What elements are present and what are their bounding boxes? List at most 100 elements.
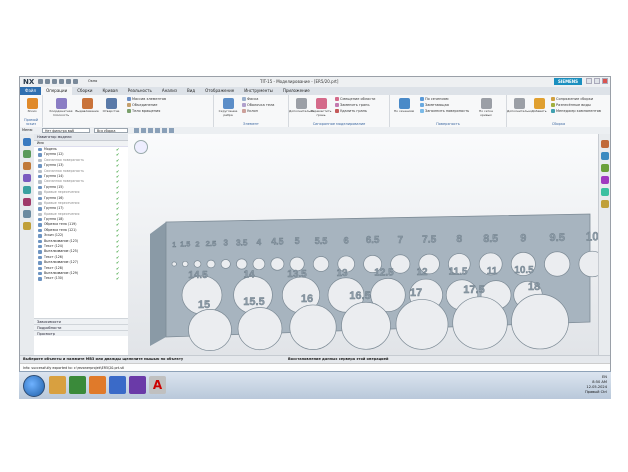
hole[interactable] <box>452 296 508 350</box>
chamfer-button[interactable]: Фаска <box>242 97 258 102</box>
view-fit-icon[interactable] <box>601 140 609 148</box>
menu-curve[interactable]: Кривая <box>97 87 122 95</box>
graphics-window[interactable]: 1 1.5 2 2.5 3 3.5 4 4.5 5 5.5 6 6.5 7 7.5 8 8.5 9 9.5 10 14… <box>128 134 606 355</box>
render-style-icon[interactable] <box>601 188 609 196</box>
snap-icon[interactable] <box>155 128 160 133</box>
datum-plane-button[interactable]: Координатная плоскость <box>49 98 73 117</box>
close-button[interactable] <box>602 78 608 84</box>
hole[interactable] <box>182 260 189 268</box>
snap-icon[interactable] <box>134 128 139 133</box>
menu-display[interactable]: Отображение <box>200 87 239 95</box>
pattern-feature-button[interactable]: Массив элементов <box>127 97 166 102</box>
minimize-button[interactable] <box>586 78 592 84</box>
app-icon[interactable] <box>129 376 146 394</box>
add-component-button[interactable]: Добавить <box>527 98 551 114</box>
start-button[interactable] <box>23 375 45 397</box>
menu-reality[interactable]: Реальность <box>123 87 157 95</box>
hole[interactable] <box>220 259 231 269</box>
reuse-library-icon[interactable] <box>23 174 31 182</box>
assembly-constraint-button[interactable]: Сопряжение сборки <box>551 97 593 102</box>
loft-button[interactable]: По сечениям <box>420 97 449 102</box>
hole[interactable] <box>236 258 248 270</box>
feature-icon <box>38 201 42 206</box>
tree-row[interactable]: Текст (130) ✔ <box>34 276 128 281</box>
roles-icon[interactable] <box>23 210 31 218</box>
swept-button[interactable]: Заметающая <box>420 103 449 108</box>
unite-button[interactable]: Объединение <box>127 103 157 108</box>
hole[interactable] <box>544 251 571 277</box>
snap-icon[interactable] <box>162 128 167 133</box>
hole[interactable] <box>289 304 337 350</box>
hole[interactable] <box>395 299 449 350</box>
clock-date[interactable]: 12.05.2024 <box>586 385 607 389</box>
hole[interactable] <box>206 259 216 269</box>
snap-icon[interactable] <box>169 128 174 133</box>
feature-icon <box>38 164 42 168</box>
snap-icon[interactable] <box>148 128 153 133</box>
type-filter-select[interactable]: Нет фильтра выб <box>42 128 90 133</box>
menu-analysis[interactable]: Анализ <box>157 87 182 95</box>
save-icon[interactable] <box>38 79 43 84</box>
draft-button[interactable]: Уклон <box>242 109 258 114</box>
web-browser-icon[interactable] <box>23 186 31 194</box>
window-menu-label[interactable]: Окно <box>88 79 97 83</box>
extrude-button[interactable]: Выдавливание <box>75 98 99 114</box>
menu-operations[interactable]: Операции <box>41 87 73 95</box>
hole[interactable] <box>341 301 391 350</box>
explorer-icon[interactable] <box>49 376 66 394</box>
menu-view[interactable]: Вид <box>182 87 200 95</box>
constraint-nav-icon[interactable] <box>23 162 31 170</box>
media-player-icon[interactable] <box>89 376 106 394</box>
hole[interactable] <box>193 260 202 268</box>
shell-button[interactable]: Оболочка тела <box>242 103 274 108</box>
cut-icon[interactable] <box>59 79 64 84</box>
sketch-button[interactable]: Эскиз <box>20 98 44 114</box>
view-rotate-icon[interactable] <box>601 164 609 172</box>
view-zoom-icon[interactable] <box>601 152 609 160</box>
system-materials-icon[interactable] <box>23 222 31 230</box>
hole[interactable] <box>237 307 283 351</box>
replace-face-button[interactable]: Заменить грань <box>335 103 370 108</box>
paste-icon[interactable] <box>73 79 78 84</box>
offset-region-button[interactable]: Смещение области <box>335 97 375 102</box>
hole[interactable] <box>511 293 569 350</box>
edge-blend-button[interactable]: Скругление ребра <box>216 98 240 117</box>
snap-icon[interactable] <box>141 128 146 133</box>
hole[interactable] <box>171 261 177 267</box>
redo-icon[interactable] <box>52 79 57 84</box>
curve-mesh-button[interactable]: По сетке кривых <box>474 98 498 117</box>
menu-application[interactable]: Приложение <box>278 87 315 95</box>
adobe-reader-icon[interactable]: A <box>149 376 166 394</box>
component-manager-button[interactable]: Менеджер компонентов <box>551 109 601 114</box>
move-face-button[interactable]: Переместить грань <box>309 98 333 117</box>
preview-section[interactable]: Просмотр <box>34 330 128 336</box>
history-icon[interactable] <box>23 198 31 206</box>
language-indicator[interactable]: EN <box>602 375 607 379</box>
menu-tools[interactable]: Инструменты <box>239 87 278 95</box>
browser-icon[interactable] <box>69 376 86 394</box>
undo-icon[interactable] <box>45 79 50 84</box>
main-menu-button[interactable]: Меню <box>22 127 32 134</box>
exploded-views-button[interactable]: Разнесённые виды <box>551 103 591 108</box>
assembly-nav-icon[interactable] <box>23 150 31 158</box>
orient-view-icon[interactable] <box>601 200 609 208</box>
hole[interactable] <box>270 257 285 271</box>
copy-icon[interactable] <box>66 79 71 84</box>
nx-app-icon[interactable] <box>109 376 126 394</box>
revolve-button[interactable]: Тело вращения <box>127 109 160 114</box>
maximize-button[interactable] <box>594 78 600 84</box>
delete-face-button[interactable]: Удалить грань <box>335 109 367 114</box>
menu-assemblies[interactable]: Сборки <box>72 87 97 95</box>
hole[interactable] <box>188 309 232 351</box>
hole[interactable] <box>312 256 330 272</box>
menu-file[interactable]: Файл <box>20 87 42 95</box>
fill-surface-button[interactable]: Заполнить поверхность <box>420 109 469 114</box>
clock-time[interactable]: 8:50 AM <box>592 380 607 384</box>
through-curves-button[interactable]: По сечениям <box>392 98 416 114</box>
hole[interactable] <box>252 257 266 271</box>
hole-button[interactable]: Отверстие <box>99 98 123 114</box>
part-plate[interactable]: 1 1.5 2 2.5 3 3.5 4 4.5 5 5.5 6 6.5 7 7.5 8 8.5 9 9.5 1014… <box>128 134 606 355</box>
view-pan-icon[interactable] <box>601 176 609 184</box>
navigator-icon[interactable] <box>23 138 31 146</box>
selection-scope-select[interactable]: Вся сборка <box>94 128 128 133</box>
